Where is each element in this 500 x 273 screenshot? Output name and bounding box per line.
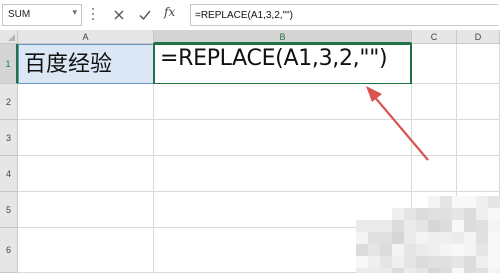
cell-d4[interactable] <box>457 156 500 192</box>
cell-a1[interactable]: 百度经验 <box>18 44 154 84</box>
cell-a5[interactable] <box>18 192 154 228</box>
drag-handle-icon[interactable] <box>91 8 95 22</box>
cell-a6[interactable] <box>18 228 154 273</box>
name-box[interactable]: SUM ▾ <box>2 4 82 26</box>
cell-a4[interactable] <box>18 156 154 192</box>
cell-b1[interactable]: =REPLACE(A1,3,2,"") <box>153 43 412 85</box>
formula-bar-buttons: fx <box>104 4 186 26</box>
column-header-c[interactable]: C <box>412 30 457 44</box>
name-box-value: SUM <box>8 9 31 20</box>
cell-b3[interactable] <box>154 120 412 156</box>
cell-a3[interactable] <box>18 120 154 156</box>
row-header-2[interactable]: 2 <box>0 84 18 120</box>
cell-c2[interactable] <box>412 84 457 120</box>
cell-d2[interactable] <box>457 84 500 120</box>
cell-a1-value: 百度经验 <box>24 52 113 77</box>
cell-c4[interactable] <box>412 156 457 192</box>
cell-b1-value: =REPLACE(A1,3,2,"") <box>160 46 388 71</box>
insert-function-button[interactable]: fx <box>164 5 175 19</box>
formula-input[interactable]: =REPLACE(A1,3,2,"") <box>190 4 498 26</box>
row-header-3[interactable]: 3 <box>0 120 18 156</box>
cell-b4[interactable] <box>154 156 412 192</box>
checkmark-icon[interactable] <box>136 6 154 24</box>
formula-bar: SUM ▾ fx =REPLACE(A1,3,2,"") <box>0 0 500 30</box>
mosaic-watermark <box>356 196 500 273</box>
column-header-a[interactable]: A <box>18 30 154 44</box>
formula-text: =REPLACE(A1,3,2,"") <box>195 10 293 21</box>
column-header-d[interactable]: D <box>457 30 500 44</box>
cell-a2[interactable] <box>18 84 154 120</box>
cell-d3[interactable] <box>457 120 500 156</box>
row-header-6[interactable]: 6 <box>0 228 18 273</box>
cell-d1[interactable] <box>457 44 500 84</box>
column-header-b[interactable]: B <box>154 30 412 44</box>
select-all-button[interactable] <box>0 30 18 44</box>
cell-c3[interactable] <box>412 120 457 156</box>
row-header-5[interactable]: 5 <box>0 192 18 228</box>
cell-b2[interactable] <box>154 84 412 120</box>
cancel-x-icon[interactable] <box>110 6 128 24</box>
cell-c1[interactable] <box>412 44 457 84</box>
row-header-1[interactable]: 1 <box>0 44 18 84</box>
row-header-4[interactable]: 4 <box>0 156 18 192</box>
chevron-down-icon[interactable]: ▾ <box>72 8 77 18</box>
